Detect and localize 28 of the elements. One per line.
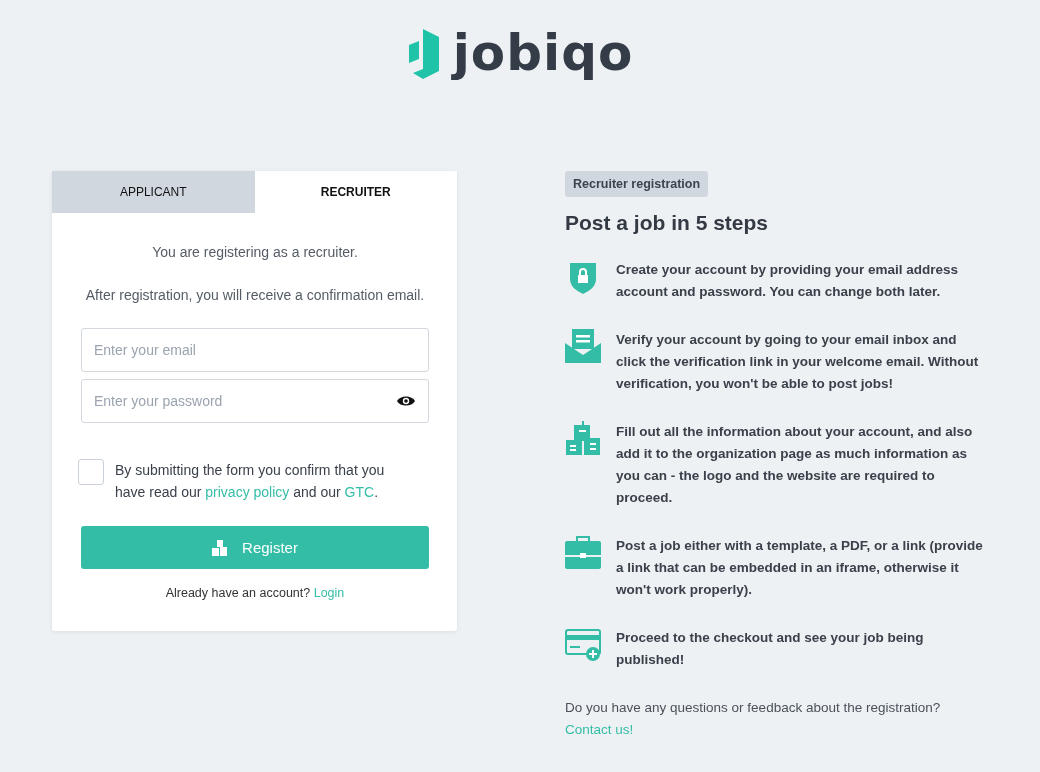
register-button[interactable]: Register	[81, 526, 429, 569]
step-text: Fill out all the information about your account, and also add it to the organization page as much information as you can - the logo and the website are required to proceed.	[616, 423, 974, 507]
logo-text: jobiqo	[452, 28, 634, 78]
step-text: Verify your account by going to your email inbox and click the verification link in your welcome email. Without verification, you won't be able to post jobs!	[616, 331, 980, 393]
login-link[interactable]: Login	[313, 586, 345, 600]
login-prompt: Already have an account? Login	[164, 586, 346, 600]
consent-checkbox[interactable]	[78, 459, 104, 485]
section-badge: Recruiter registration	[565, 171, 709, 197]
privacy-policy-link[interactable]: privacy policy	[205, 484, 290, 500]
role-tab[interactable]: RECRUITER	[254, 171, 457, 213]
role-tab[interactable]: APPLICANT	[52, 171, 255, 213]
envelope-icon	[565, 329, 601, 365]
steps-heading: Post a job in 5 steps	[565, 211, 769, 235]
eye-icon	[397, 395, 415, 407]
credit-card-icon	[565, 627, 601, 663]
intro-text: You are registering as a recruiter.	[151, 244, 359, 260]
step-text: Create your account by providing your email address account and password. You can change both later.	[616, 261, 960, 301]
buildings-icon	[565, 421, 601, 457]
step-text: Proceed to the checkout and see your job being published!	[616, 629, 925, 669]
boxes-icon	[212, 539, 229, 556]
password-field[interactable]: Enter your password	[81, 379, 429, 423]
confirmation-note: After registration, you will receive a confirmation email.	[84, 287, 426, 303]
feedback-question: Do you have any questions or feedback about the registration?	[565, 699, 941, 717]
step-text: Post a job either with a template, a PDF, or a link (provide a link that can be embedded in an iframe, otherwise it won't work properly).	[616, 537, 984, 599]
briefcase-icon	[565, 535, 601, 571]
consent-text: By submitting the form you confirm that you have read our privacy policy and our GTC.	[115, 461, 386, 502]
email-field[interactable]: Enter your email	[81, 328, 429, 372]
contact-link[interactable]: Contact us!	[565, 719, 634, 741]
